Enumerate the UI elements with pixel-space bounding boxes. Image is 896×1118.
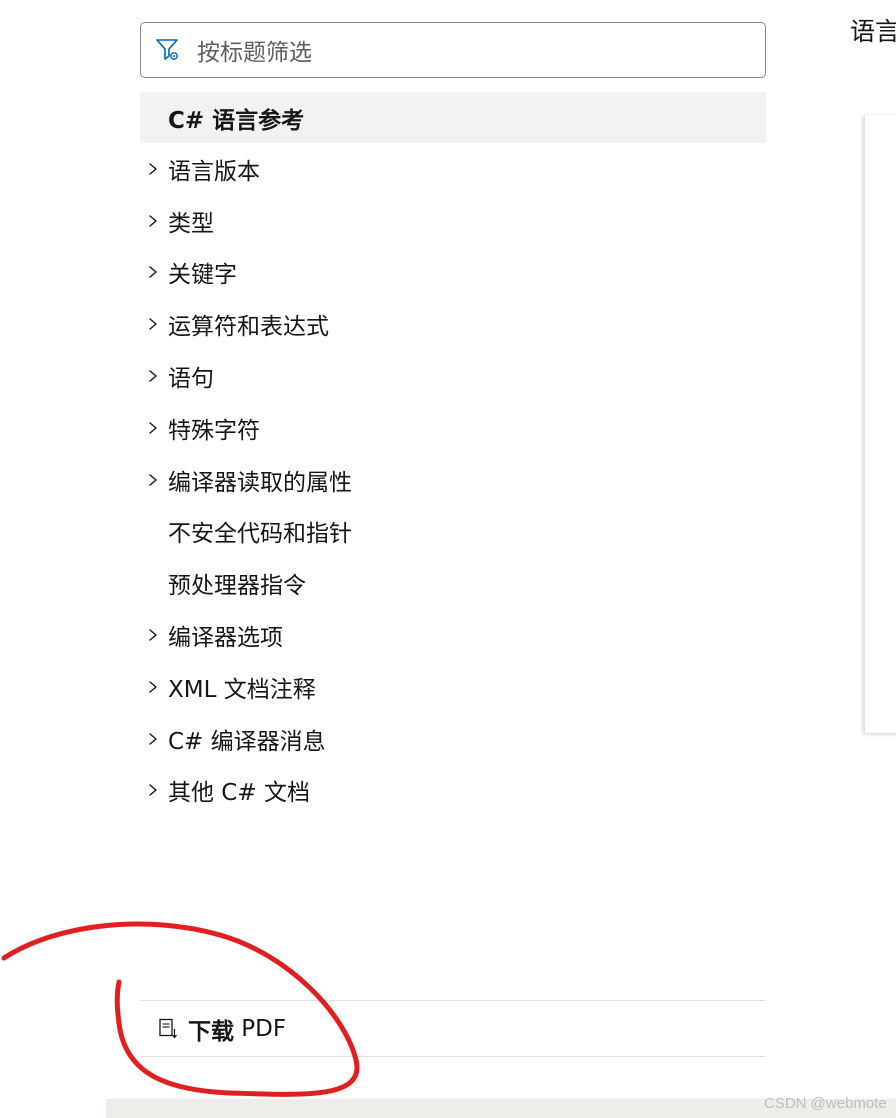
toc-items: 语言版本类型关键字运算符和表达式 语句特殊字符编译器读取的属性 不安全代码和指针 预处…	[140, 143, 766, 816]
toc-item[interactable]: 不安全代码和指针	[140, 506, 766, 558]
toc-item-label: 不安全代码和指针	[168, 521, 352, 548]
toc-item[interactable]: 特殊字符	[140, 402, 766, 454]
filter-by-title-input[interactable]: 按标题筛选	[140, 22, 766, 78]
download-pdf-button[interactable]: 下载 PDF	[158, 1012, 286, 1046]
toc-item[interactable]: 语句	[140, 350, 766, 402]
toc-item[interactable]: 其他 C# 文档	[140, 765, 766, 817]
toc-item-label: C# 编译器消息	[168, 728, 326, 755]
chevron-right-icon[interactable]	[140, 628, 168, 642]
toc-item[interactable]: 关键字	[140, 247, 766, 299]
toc-item-label: 编译器读取的属性	[168, 469, 352, 496]
pdf-download-icon	[158, 1017, 180, 1041]
page-title-partial: 语言	[850, 17, 896, 46]
toc-item[interactable]: 类型	[140, 195, 766, 247]
chevron-right-icon[interactable]	[140, 317, 168, 331]
toc-item-label: 预处理器指令	[168, 573, 306, 600]
chevron-right-icon[interactable]	[140, 162, 168, 176]
content-card	[864, 115, 896, 733]
chevron-right-icon[interactable]	[140, 783, 168, 797]
chevron-right-icon[interactable]	[140, 214, 168, 228]
filter-placeholder: 按标题筛选	[197, 40, 312, 66]
toc-item[interactable]: 预处理器指令	[140, 557, 766, 609]
toc-item[interactable]: 运算符和表达式	[140, 298, 766, 350]
chevron-right-icon[interactable]	[140, 421, 168, 435]
toc-item-label: XML 文档注释	[168, 676, 316, 703]
toc-item-label: 其他 C# 文档	[168, 780, 310, 807]
toc-header-csharp-language-reference[interactable]: C# 语言参考	[140, 92, 766, 143]
toc-item-label: 语言版本	[168, 158, 260, 185]
chevron-right-icon[interactable]	[140, 732, 168, 746]
toc-item[interactable]: 语言版本	[140, 143, 766, 195]
toc-item[interactable]: 编译器读取的属性	[140, 454, 766, 506]
toc-item-label: 语句	[168, 366, 214, 393]
toc-item-label: 运算符和表达式	[168, 314, 329, 341]
toc-item[interactable]: XML 文档注释	[140, 661, 766, 713]
chevron-right-icon[interactable]	[140, 369, 168, 383]
toc-item-label: 编译器选项	[168, 625, 283, 652]
divider	[140, 1000, 766, 1001]
toc-item[interactable]: 编译器选项	[140, 609, 766, 661]
chevron-right-icon[interactable]	[140, 265, 168, 279]
chevron-right-icon[interactable]	[140, 680, 168, 694]
pdf-label: PDF	[234, 1016, 287, 1042]
download-label: 下载	[188, 1019, 234, 1045]
watermark: CSDN @webmote	[764, 1095, 887, 1112]
chevron-right-icon[interactable]	[140, 473, 168, 487]
toc-item[interactable]: C# 编译器消息	[140, 713, 766, 765]
filter-icon	[155, 37, 181, 63]
table-of-contents: C# 语言参考 语言版本类型关键字运算符和表达式 语句特殊字符编译器读取的属性 不安…	[140, 92, 766, 816]
toc-item-label: 类型	[168, 210, 214, 237]
divider	[140, 1056, 766, 1057]
toc-item-label: 关键字	[168, 262, 237, 289]
toc-item-label: 特殊字符	[168, 417, 260, 444]
